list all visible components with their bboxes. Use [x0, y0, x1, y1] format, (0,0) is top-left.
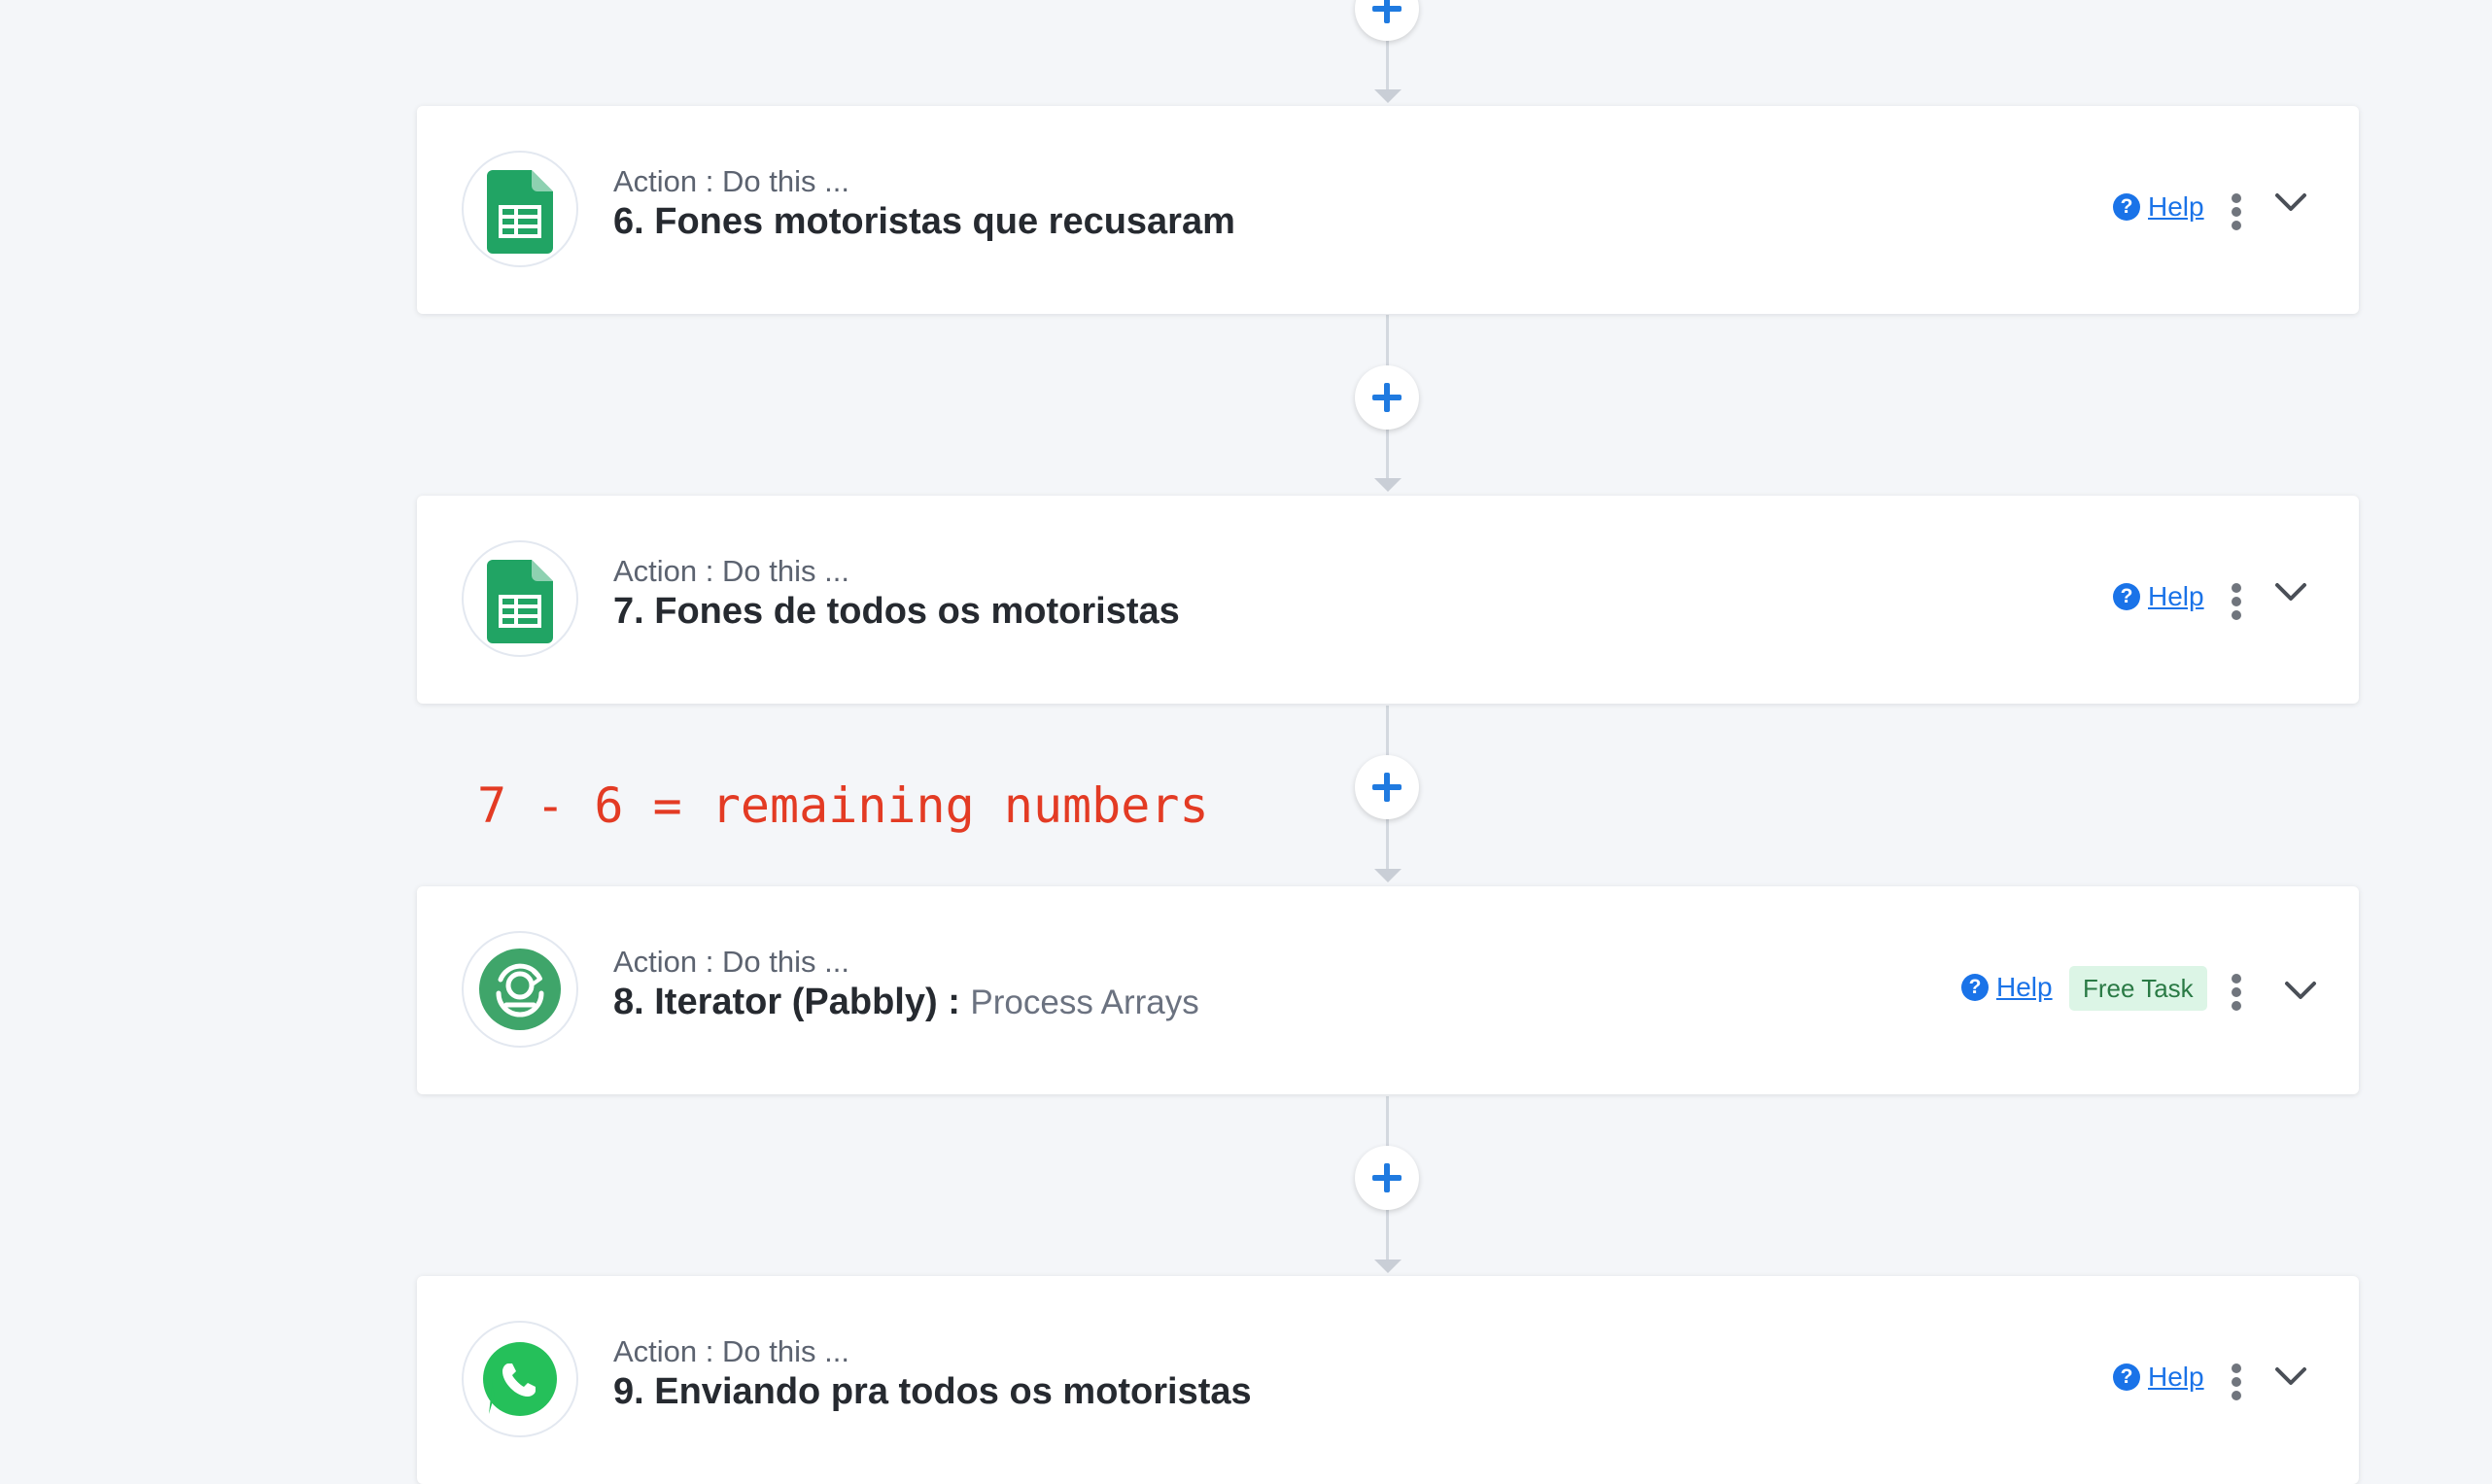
- google-sheets-icon: [487, 560, 553, 643]
- step-title[interactable]: 8. Iterator (Pabbly) : Process Arrays: [613, 982, 1199, 1023]
- step-app-icon: [462, 931, 578, 1048]
- annotation-note: 7 - 6 = remaining numbers: [477, 777, 1209, 834]
- step-title-app: 8. Iterator (Pabbly) :: [613, 982, 960, 1022]
- help-link-label[interactable]: Help: [2148, 1362, 2204, 1393]
- step-title[interactable]: 9. Enviando pra todos os motoristas: [613, 1371, 1252, 1413]
- help-link-label[interactable]: Help: [2148, 191, 2204, 223]
- question-circle-icon: ?: [2113, 583, 2140, 610]
- whatsapp-icon: [483, 1342, 557, 1416]
- help-link-label[interactable]: Help: [2148, 581, 2204, 612]
- chevron-down-icon[interactable]: [2283, 980, 2318, 1003]
- step-card-6[interactable]: Action : Do this ... 6. Fones motoristas…: [417, 106, 2359, 314]
- help-link[interactable]: ? Help: [2113, 581, 2204, 612]
- chevron-down-icon[interactable]: [2273, 191, 2308, 215]
- step-type-label: Action : Do this ...: [613, 554, 849, 588]
- connector-arrow: [1374, 869, 1402, 882]
- more-options-icon[interactable]: [2230, 1363, 2243, 1400]
- step-card-7[interactable]: Action : Do this ... 7. Fones de todos o…: [417, 496, 2359, 704]
- more-options-icon[interactable]: [2230, 193, 2243, 230]
- step-type-label: Action : Do this ...: [613, 1334, 849, 1368]
- chevron-down-icon[interactable]: [2273, 1365, 2308, 1389]
- step-title-action: Process Arrays: [970, 984, 1199, 1021]
- help-link[interactable]: ? Help: [2113, 191, 2204, 223]
- google-sheets-icon: [487, 170, 553, 254]
- add-step-button[interactable]: [1355, 0, 1419, 41]
- help-link-label[interactable]: Help: [1996, 972, 2053, 1003]
- question-circle-icon: ?: [2113, 193, 2140, 221]
- add-step-button[interactable]: [1355, 1146, 1419, 1210]
- step-card-9[interactable]: Action : Do this ... 9. Enviando pra tod…: [417, 1276, 2359, 1484]
- help-link[interactable]: ? Help: [2113, 1362, 2204, 1393]
- question-circle-icon: ?: [2113, 1363, 2140, 1391]
- step-type-label: Action : Do this ...: [613, 945, 849, 979]
- help-link[interactable]: ? Help: [1961, 972, 2053, 1003]
- connector-arrow: [1374, 89, 1402, 103]
- free-task-badge: Free Task: [2069, 966, 2207, 1011]
- add-step-button[interactable]: [1355, 755, 1419, 819]
- connector-arrow: [1374, 1260, 1402, 1273]
- step-type-label: Action : Do this ...: [613, 164, 849, 198]
- more-options-icon[interactable]: [2230, 974, 2243, 1011]
- iterator-icon: [479, 949, 561, 1030]
- step-title[interactable]: 6. Fones motoristas que recusaram: [613, 201, 1235, 243]
- step-card-8[interactable]: Action : Do this ... 8. Iterator (Pabbly…: [417, 886, 2359, 1094]
- add-step-button[interactable]: [1355, 365, 1419, 430]
- chevron-down-icon[interactable]: [2273, 581, 2308, 604]
- more-options-icon[interactable]: [2230, 583, 2243, 620]
- connector-arrow: [1374, 478, 1402, 492]
- step-app-icon: [462, 1321, 578, 1437]
- question-circle-icon: ?: [1961, 974, 1989, 1001]
- step-app-icon: [462, 540, 578, 657]
- step-title[interactable]: 7. Fones de todos os motoristas: [613, 591, 1180, 633]
- step-app-icon: [462, 151, 578, 267]
